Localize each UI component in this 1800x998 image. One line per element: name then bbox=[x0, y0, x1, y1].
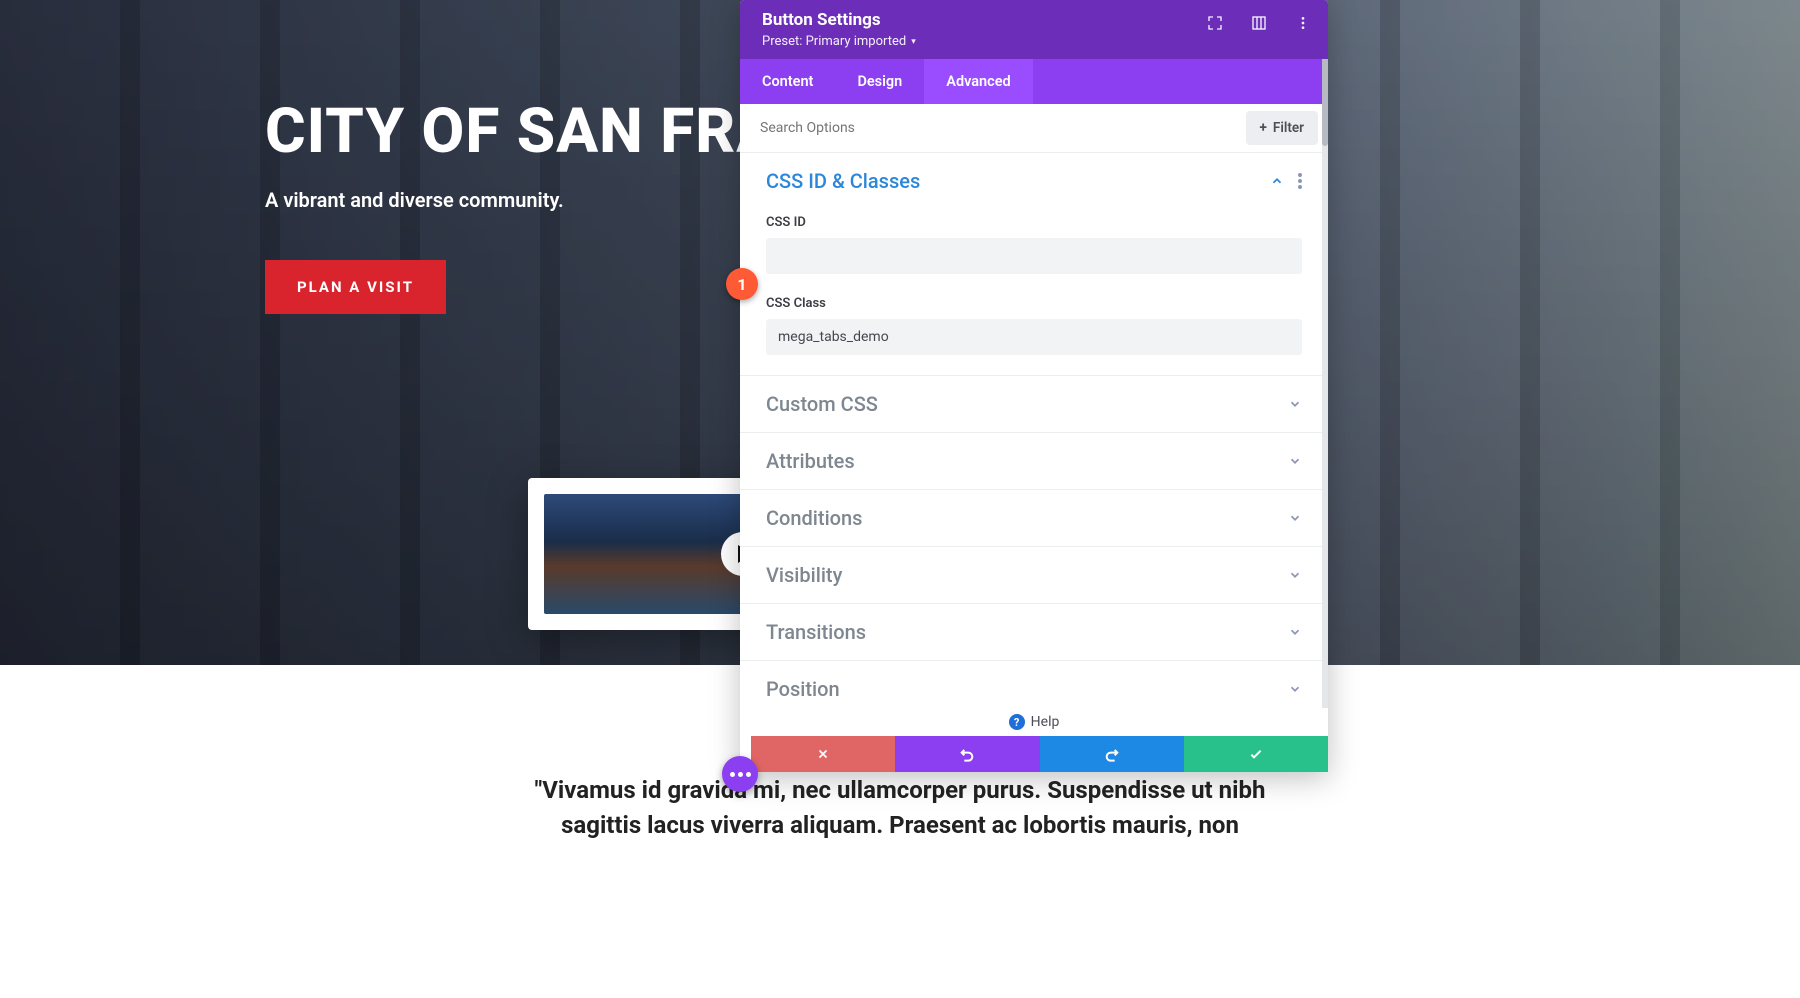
more-actions-fab[interactable] bbox=[722, 756, 758, 792]
panel-preset-label: Preset: Primary imported bbox=[762, 34, 906, 49]
panel-body: CSS ID & Classes CSS ID CSS Class Custom… bbox=[740, 153, 1328, 772]
button-settings-panel: Button Settings Preset: Primary imported… bbox=[740, 0, 1328, 772]
section-title: Conditions bbox=[766, 506, 862, 530]
help-icon: ? bbox=[1009, 714, 1025, 730]
redo-button[interactable] bbox=[1040, 736, 1184, 772]
filter-button[interactable]: + Filter bbox=[1246, 111, 1318, 145]
undo-button[interactable] bbox=[895, 736, 1039, 772]
section-title: Position bbox=[766, 677, 840, 701]
css-id-input[interactable] bbox=[766, 238, 1302, 274]
section-title: Custom CSS bbox=[766, 392, 878, 416]
section-attributes: Attributes bbox=[740, 433, 1328, 490]
section-title: Transitions bbox=[766, 620, 866, 644]
annotation-marker-1: 1 bbox=[726, 268, 758, 300]
kebab-menu-icon[interactable] bbox=[1294, 14, 1312, 32]
chevron-up-icon bbox=[1270, 174, 1284, 188]
panel-header: Button Settings Preset: Primary imported… bbox=[740, 0, 1328, 59]
annotation-number: 1 bbox=[737, 275, 746, 294]
panel-scrollbar[interactable] bbox=[1322, 56, 1328, 736]
chevron-down-icon bbox=[1288, 511, 1302, 525]
section-header-visibility[interactable]: Visibility bbox=[740, 547, 1328, 603]
css-class-label: CSS Class bbox=[766, 296, 1302, 311]
section-conditions: Conditions bbox=[740, 490, 1328, 547]
section-transitions: Transitions bbox=[740, 604, 1328, 661]
message-body: "Vivamus id gravida mi, nec ullamcorper … bbox=[520, 773, 1280, 843]
filter-button-label: Filter bbox=[1273, 120, 1304, 136]
section-title: Attributes bbox=[766, 449, 855, 473]
section-visibility: Visibility bbox=[740, 547, 1328, 604]
css-class-input[interactable] bbox=[766, 319, 1302, 355]
section-custom-css: Custom CSS bbox=[740, 376, 1328, 433]
panel-footer-actions bbox=[751, 736, 1328, 772]
plus-icon: + bbox=[1260, 120, 1267, 136]
chevron-down-icon bbox=[1288, 625, 1302, 639]
panel-search-row: + Filter bbox=[740, 104, 1328, 153]
panel-tabs: Content Design Advanced bbox=[740, 59, 1328, 104]
plan-a-visit-button[interactable]: PLAN A VISIT bbox=[265, 260, 446, 314]
panel-preset-dropdown[interactable]: Preset: Primary imported ▾ bbox=[762, 34, 916, 49]
section-title: Visibility bbox=[766, 563, 842, 587]
section-header-conditions[interactable]: Conditions bbox=[740, 490, 1328, 546]
expand-icon[interactable] bbox=[1206, 14, 1224, 32]
chevron-down-icon bbox=[1288, 682, 1302, 696]
tab-advanced[interactable]: Advanced bbox=[924, 59, 1032, 104]
kebab-menu-icon[interactable] bbox=[1298, 173, 1302, 189]
columns-icon[interactable] bbox=[1250, 14, 1268, 32]
tab-content[interactable]: Content bbox=[740, 59, 835, 104]
tab-design[interactable]: Design bbox=[835, 59, 924, 104]
css-id-label: CSS ID bbox=[766, 215, 1302, 230]
discard-button[interactable] bbox=[751, 736, 895, 772]
save-button[interactable] bbox=[1184, 736, 1328, 772]
panel-header-actions bbox=[1206, 14, 1312, 32]
help-link[interactable]: ? Help bbox=[740, 708, 1328, 736]
section-header-custom-css[interactable]: Custom CSS bbox=[740, 376, 1328, 432]
section-header-attributes[interactable]: Attributes bbox=[740, 433, 1328, 489]
section-header-transitions[interactable]: Transitions bbox=[740, 604, 1328, 660]
section-title: CSS ID & Classes bbox=[766, 169, 920, 193]
chevron-down-icon bbox=[1288, 397, 1302, 411]
chevron-down-icon: ▾ bbox=[911, 37, 916, 47]
chevron-down-icon bbox=[1288, 568, 1302, 582]
chevron-down-icon bbox=[1288, 454, 1302, 468]
section-css-id-classes: CSS ID & Classes CSS ID CSS Class bbox=[740, 153, 1328, 376]
search-options-input[interactable] bbox=[740, 106, 1246, 150]
section-body-css-id-classes: CSS ID CSS Class bbox=[740, 215, 1328, 375]
section-header-css-id-classes[interactable]: CSS ID & Classes bbox=[740, 153, 1328, 209]
help-label: Help bbox=[1031, 714, 1060, 730]
